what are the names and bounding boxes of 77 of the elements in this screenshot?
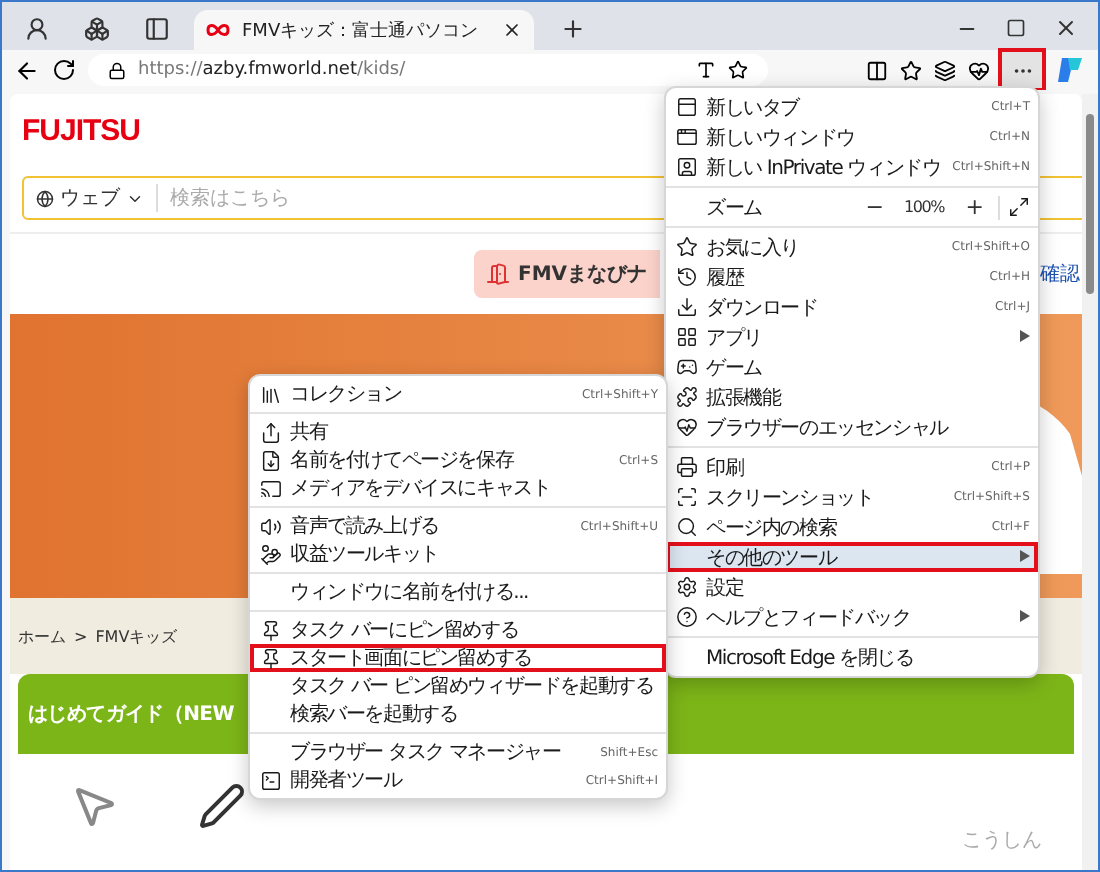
search-scope[interactable]: ウェブ xyxy=(60,184,120,212)
screenshot-icon xyxy=(675,486,697,508)
globe-icon xyxy=(36,189,54,207)
menu-item[interactable]: その他のツール xyxy=(666,542,1038,572)
help-icon xyxy=(675,606,697,628)
favorites-icon[interactable] xyxy=(900,59,922,81)
update-label: こうしん xyxy=(962,828,1042,854)
menu-item[interactable]: ゲーム xyxy=(666,352,1038,382)
breadcrumb-separator: > xyxy=(74,627,88,645)
menu-item[interactable]: 設定 xyxy=(666,572,1038,602)
zoom-label: ズーム xyxy=(706,195,764,221)
cast-icon xyxy=(259,477,281,499)
url-text: https://azby.fmworld.net/kids/ xyxy=(138,60,406,80)
puzzle-icon xyxy=(675,386,697,408)
star-icon xyxy=(675,236,697,258)
history-icon xyxy=(675,266,697,288)
grid-icon xyxy=(675,326,697,348)
menu-item[interactable]: 共有 xyxy=(250,418,666,446)
pen-icon xyxy=(198,782,246,830)
menu-item[interactable]: 検索バーを起動する xyxy=(250,700,666,728)
scrollbar[interactable] xyxy=(1082,94,1098,870)
tab-actions-icon[interactable] xyxy=(143,15,169,41)
menu-item[interactable]: タスク バーにピン留めする xyxy=(250,616,666,644)
heart-icon xyxy=(675,416,697,438)
menu-item[interactable]: 拡張機能 xyxy=(666,382,1038,412)
breadcrumb-link[interactable]: ホーム xyxy=(18,625,66,647)
search-icon xyxy=(675,516,697,538)
zoom-value: 100% xyxy=(901,198,947,216)
refresh-icon[interactable] xyxy=(52,58,76,82)
printer-icon xyxy=(675,456,697,478)
menu-item[interactable]: スタート画面にピン留めする xyxy=(250,644,666,672)
split-screen-icon[interactable] xyxy=(866,59,888,81)
pin-icon xyxy=(259,647,281,669)
fujitsu-logo[interactable]: FUJITSU xyxy=(22,114,141,148)
menu-item[interactable]: タスク バー ピン留めウィザードを起動する xyxy=(250,672,666,700)
new-tab-icon[interactable] xyxy=(559,15,585,41)
menu-item[interactable]: アプリ xyxy=(666,322,1038,352)
breadcrumb-current: FMVキッズ xyxy=(95,625,178,647)
save-page-icon xyxy=(259,449,281,471)
menu-item[interactable]: メディアをデバイスにキャスト xyxy=(250,474,666,502)
submenu-arrow-icon xyxy=(1020,550,1030,562)
share-icon xyxy=(259,421,281,443)
menu-item[interactable]: ヘルプとフィードバック xyxy=(666,602,1038,632)
new-tab-icon xyxy=(675,96,697,118)
star-icon[interactable] xyxy=(728,60,748,80)
link-text[interactable]: 確認 xyxy=(1040,260,1080,288)
profile-icon[interactable] xyxy=(23,15,49,41)
zoom-out-button[interactable]: − xyxy=(858,194,890,220)
maximize-icon[interactable] xyxy=(1006,18,1026,38)
heart-icon[interactable] xyxy=(968,59,990,81)
site-favicon xyxy=(206,22,230,38)
close-icon[interactable] xyxy=(1054,16,1078,40)
door-icon xyxy=(486,262,510,286)
fullscreen-icon[interactable] xyxy=(1008,196,1030,218)
address-field[interactable]: https://azby.fmworld.net/kids/ xyxy=(88,54,768,86)
window-icon xyxy=(675,126,697,148)
zoom-in-button[interactable]: + xyxy=(958,194,990,220)
private-window-icon xyxy=(675,156,697,178)
terminal-icon xyxy=(259,769,281,791)
menu-item[interactable]: ブラウザーのエッセンシャル xyxy=(666,412,1038,442)
pin-icon xyxy=(259,619,281,641)
menu-item[interactable]: 収益ツールキット xyxy=(250,540,666,568)
submenu-arrow-icon xyxy=(1020,330,1030,342)
menu-item[interactable]: ウィンドウに名前を付ける... xyxy=(250,578,666,606)
menu-item[interactable]: Microsoft Edge を閉じる xyxy=(666,642,1038,672)
settings-icon xyxy=(675,576,697,598)
browser-tab[interactable]: FMVキッズ：富士通パソコン xyxy=(194,10,534,50)
coins-icon xyxy=(259,543,281,565)
download-icon xyxy=(675,296,697,318)
submenu-arrow-icon xyxy=(1020,610,1030,622)
nav-button[interactable]: FMVまなびナ xyxy=(474,250,660,298)
workspaces-icon[interactable] xyxy=(83,15,109,41)
copilot-logo-icon[interactable] xyxy=(1054,54,1086,86)
lock-icon xyxy=(108,61,126,79)
close-icon[interactable] xyxy=(502,20,522,40)
back-icon[interactable] xyxy=(14,57,40,83)
gamepad-icon xyxy=(675,356,697,378)
